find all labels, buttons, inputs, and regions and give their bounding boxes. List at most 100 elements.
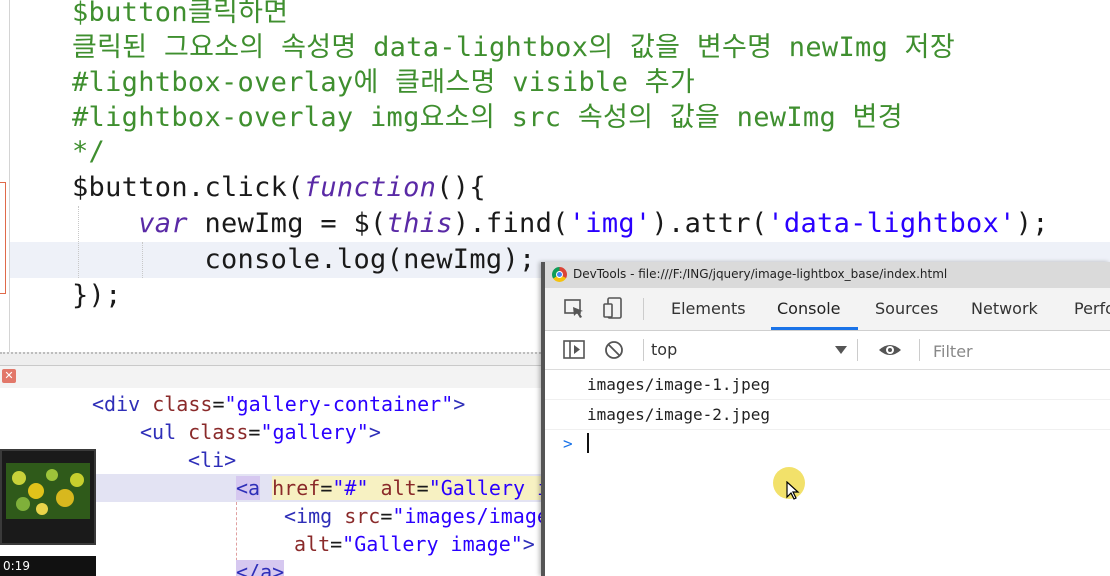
html-code-line[interactable]: alt="Gallery image"> <box>294 530 535 558</box>
dropdown-arrow-icon[interactable] <box>835 346 847 354</box>
code-token: src <box>344 504 381 528</box>
code-token: ).attr( <box>651 208 768 239</box>
console-input-caret[interactable] <box>587 433 589 453</box>
mouse-cursor-icon <box>786 481 800 500</box>
code-token: "images/image <box>392 504 545 528</box>
toolbar-divider <box>643 339 644 361</box>
code-token: <li> <box>188 448 237 472</box>
code-token: "Gallery i <box>428 476 545 500</box>
context-value: top <box>651 340 678 359</box>
code-token: <img <box>284 504 345 528</box>
code-token: function <box>303 172 437 203</box>
inspect-element-icon[interactable] <box>559 288 589 330</box>
fold-marker[interactable] <box>0 182 6 294</box>
device-toolbar-icon[interactable] <box>599 288 629 330</box>
tab-performance[interactable]: Perfo <box>1068 288 1110 330</box>
code-token: $button클릭하면 <box>72 0 289 28</box>
devtools-window[interactable]: DevTools - file:///F:/ING/jquery/image-l… <box>541 262 1110 576</box>
tab-sources[interactable]: Sources <box>869 288 944 330</box>
code-token: = <box>416 476 429 500</box>
code-token: <div <box>92 392 153 416</box>
code-token: = <box>380 504 393 528</box>
devtools-titlebar[interactable]: DevTools - file:///F:/ING/jquery/image-l… <box>545 262 1110 289</box>
code-line[interactable]: }); <box>72 278 122 314</box>
html-code-line[interactable]: <a href="#" alt="Gallery i <box>236 474 545 502</box>
toolbar-divider <box>857 339 858 361</box>
code-token <box>368 476 381 500</box>
code-token: href <box>272 476 321 500</box>
code-line[interactable]: $button.click(function(){ <box>72 170 486 206</box>
code-token: #lightbox-overlay에 클래스명 visible 추가 <box>72 67 695 98</box>
code-token: class <box>152 392 213 416</box>
code-token: alt <box>380 476 417 500</box>
html-code-line[interactable]: </a> <box>236 558 285 576</box>
window-title: DevTools - file:///F:/ING/jquery/image-l… <box>573 267 948 281</box>
code-token: "gallery" <box>260 420 369 444</box>
code-token: > <box>522 532 535 556</box>
code-token: </a> <box>236 560 285 576</box>
code-token: (){ <box>436 172 486 203</box>
html-code-line[interactable]: <li> <box>188 446 236 474</box>
code-line[interactable]: 클릭된 그요소의 속성명 data-lightbox의 값을 변수명 newIm… <box>72 30 955 66</box>
code-token: > <box>453 392 466 416</box>
code-token: "gallery-container" <box>224 392 454 416</box>
code-token: var <box>138 208 188 239</box>
clear-console-icon[interactable] <box>599 331 629 369</box>
code-token: 'img' <box>568 208 652 239</box>
code-token: = <box>212 392 225 416</box>
code-token: "#" <box>332 476 369 500</box>
code-token: alt <box>294 532 331 556</box>
tab-network[interactable]: Network <box>965 288 1044 330</box>
console-prompt-icon: > <box>563 434 573 453</box>
eye-icon[interactable] <box>875 331 905 369</box>
code-token: class <box>188 420 249 444</box>
code-token: 클릭된 그요소의 속성명 data-lightbox의 값을 변수명 newIm… <box>72 32 955 63</box>
code-token: = <box>330 532 343 556</box>
sidebar-toggle-icon[interactable] <box>559 331 589 369</box>
toolbar-divider <box>643 298 644 320</box>
code-line[interactable]: #lightbox-overlay에 클래스명 visible 추가 <box>72 65 695 101</box>
pane-splitter[interactable] <box>0 352 545 366</box>
close-icon[interactable]: ✕ <box>2 369 16 383</box>
thumbnail-image <box>6 463 90 519</box>
video-timestamp: 0:19 <box>0 556 96 576</box>
code-token: this <box>386 208 453 239</box>
context-selector[interactable]: top <box>651 331 851 369</box>
code-token: $button.click( <box>72 172 304 203</box>
code-token: ); <box>1015 208 1049 239</box>
editor-gutter <box>9 0 10 352</box>
code-token: }); <box>72 280 122 311</box>
code-token: <a <box>236 476 261 500</box>
code-token: = <box>320 476 333 500</box>
console-log-entry[interactable]: images/image-1.jpeg <box>545 370 1110 400</box>
code-line[interactable]: */ <box>72 134 105 170</box>
code-line[interactable]: console.log(newImg); <box>72 242 536 278</box>
console-toolbar: top <box>545 331 1110 370</box>
code-token: #lightbox-overlay img요소의 src 속성의 값을 newI… <box>72 102 903 133</box>
code-token: ).find( <box>452 208 569 239</box>
code-line[interactable]: var newImg = $(this).find('img').attr('d… <box>72 206 1049 242</box>
code-token: "Gallery image" <box>342 532 523 556</box>
filter-input[interactable] <box>927 335 1110 367</box>
devtools-tab-bar: Elements Console Sources Network Perfo <box>545 288 1110 331</box>
code-token: 'data-lightbox' <box>767 208 1016 239</box>
chrome-icon <box>552 267 567 282</box>
code-token: console.log(newImg); <box>72 244 536 275</box>
console-log-entry[interactable]: images/image-2.jpeg <box>545 400 1110 430</box>
html-code-line[interactable]: <div class="gallery-container"> <box>92 390 465 418</box>
video-thumbnail[interactable] <box>0 449 96 545</box>
code-token: = <box>248 420 261 444</box>
code-line[interactable]: #lightbox-overlay img요소의 src 속성의 값을 newI… <box>72 100 903 136</box>
editor-tab-bar: ✕ <box>0 366 545 388</box>
code-token: <ul <box>140 420 189 444</box>
code-line[interactable]: $button클릭하면 <box>72 0 288 31</box>
html-code-line[interactable]: <img src="images/image <box>284 502 545 530</box>
html-code-line[interactable]: <ul class="gallery"> <box>140 418 381 446</box>
toolbar-divider <box>919 339 920 361</box>
code-token: */ <box>72 136 106 167</box>
tab-console[interactable]: Console <box>771 288 858 330</box>
tab-elements[interactable]: Elements <box>665 288 752 330</box>
code-token: > <box>368 420 381 444</box>
